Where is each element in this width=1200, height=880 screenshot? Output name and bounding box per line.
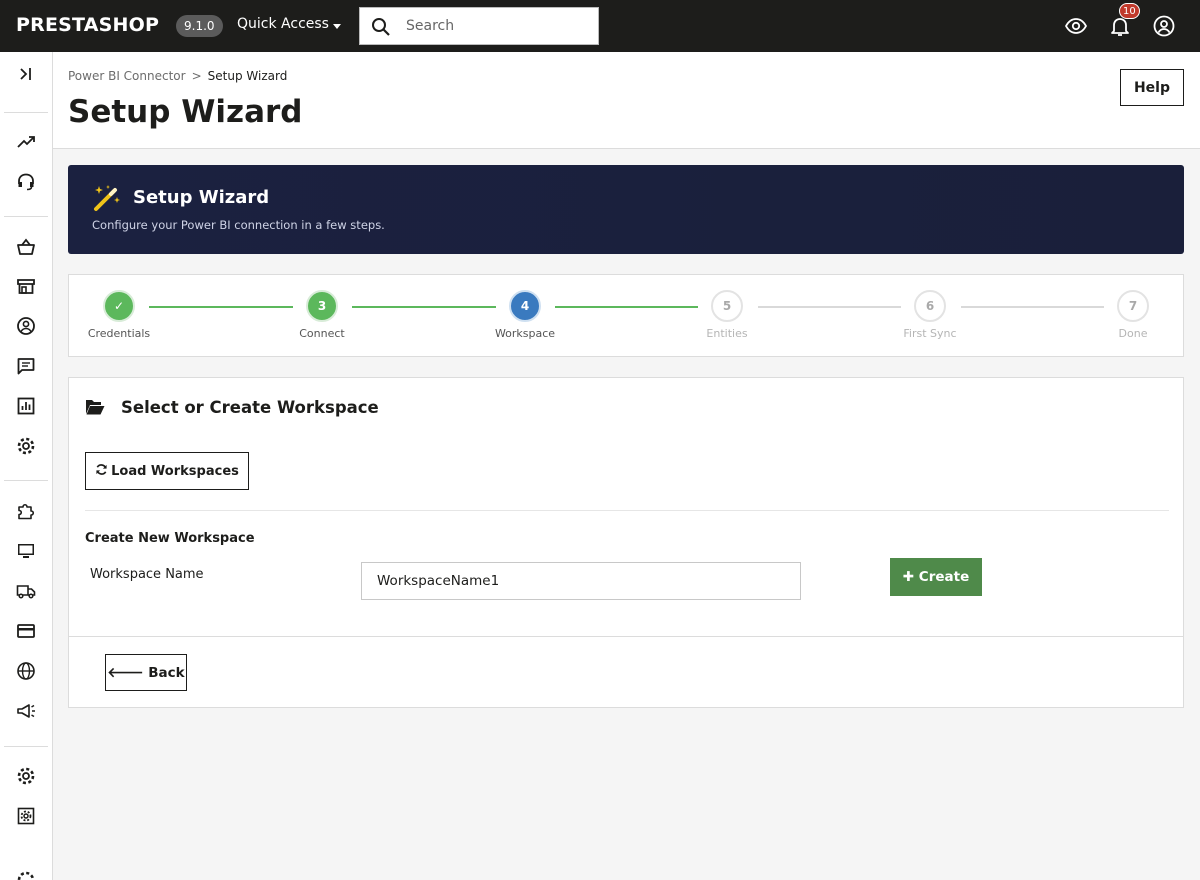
version-badge: 9.1.0: [176, 15, 223, 37]
search-icon: [372, 18, 390, 36]
plus-icon: ✚: [902, 569, 919, 585]
step-credentials-circle[interactable]: ✓: [103, 290, 135, 322]
user-circle-icon[interactable]: [1152, 14, 1176, 38]
collapse-icon[interactable]: [16, 64, 36, 84]
truck-icon[interactable]: [16, 581, 36, 601]
folder-open-icon: [86, 400, 105, 415]
create-workspace-button[interactable]: ✚ Create: [890, 558, 982, 596]
load-workspaces-button[interactable]: Load Workspaces: [85, 452, 249, 490]
sidebar-divider: [4, 216, 48, 217]
card-footer-divider: [69, 636, 1183, 637]
megaphone-icon[interactable]: [16, 701, 36, 721]
step-workspace-label: Workspace: [494, 327, 556, 340]
search-box[interactable]: [359, 7, 599, 45]
gear-icon[interactable]: [16, 766, 36, 786]
load-workspaces-label: Load Workspaces: [111, 463, 239, 479]
quick-access-label: Quick Access: [237, 16, 329, 32]
sidebar: [0, 52, 53, 880]
card-title: Select or Create Workspace: [121, 398, 379, 417]
search-input[interactable]: [406, 16, 586, 36]
step-entities-label: Entities: [706, 327, 748, 340]
step-connector: [352, 306, 496, 308]
chevron-down-icon: [333, 24, 341, 29]
create-workspace-heading: Create New Workspace: [85, 531, 255, 546]
credit-card-icon[interactable]: [16, 621, 36, 641]
help-button[interactable]: Help: [1120, 69, 1184, 106]
create-label: Create: [918, 569, 970, 585]
settings-gear-icon[interactable]: [16, 436, 36, 456]
breadcrumb-separator: >: [191, 69, 202, 83]
message-icon[interactable]: [16, 356, 36, 376]
settings-box-icon[interactable]: [16, 806, 36, 826]
step-done-label: Done: [1118, 327, 1148, 340]
quick-access-menu[interactable]: Quick Access: [237, 16, 341, 32]
stats-icon[interactable]: [16, 396, 36, 416]
page-header: Power BI Connector > Setup Wizard Setup Wi…: [53, 52, 1200, 149]
step-connector: [555, 306, 698, 308]
gear-icon[interactable]: [16, 870, 36, 880]
step-connector: [961, 306, 1104, 308]
step-connect-label: Connect: [299, 327, 345, 340]
store-icon[interactable]: [16, 276, 36, 296]
wizard-stepper: ✓ Credentials 3 Connect 4 Workspace 5 En…: [68, 274, 1184, 357]
puzzle-icon[interactable]: [16, 501, 36, 521]
step-entities-circle: 5: [711, 290, 743, 322]
step-first-sync-circle: 6: [914, 290, 946, 322]
page-title: Setup Wizard: [68, 94, 303, 130]
breadcrumb-current: Setup Wizard: [207, 69, 288, 83]
top-bar: PRESTASHOP 9.1.0 Quick Access 10: [0, 0, 1200, 52]
globe-icon[interactable]: [16, 661, 36, 681]
sidebar-divider: [4, 746, 48, 747]
back-button[interactable]: 🡐 Back: [105, 654, 187, 691]
customer-icon[interactable]: [16, 316, 36, 336]
notification-badge: 10: [1119, 3, 1140, 19]
step-connector: [149, 306, 293, 308]
monitor-icon[interactable]: [16, 541, 36, 561]
workspace-card: Select or Create Workspace Load Workspac…: [68, 377, 1184, 708]
banner-title: Setup Wizard: [133, 187, 270, 208]
breadcrumb: Power BI Connector > Setup Wizard: [68, 69, 287, 83]
eye-icon[interactable]: [1064, 14, 1088, 38]
prestashop-logo[interactable]: PRESTASHOP: [16, 14, 159, 36]
arrow-left-icon: 🡐: [107, 664, 149, 681]
section-divider: [85, 510, 1169, 511]
trending-up-icon[interactable]: [16, 132, 36, 152]
step-credentials-label: Credentials: [87, 327, 151, 340]
step-first-sync-label: First Sync: [903, 327, 957, 340]
breadcrumb-parent[interactable]: Power BI Connector: [68, 69, 186, 83]
workspace-name-label: Workspace Name: [90, 567, 204, 582]
refresh-icon: [95, 463, 108, 480]
step-connect-circle[interactable]: 3: [306, 290, 338, 322]
banner-subtitle: Configure your Power BI connection in a …: [92, 218, 385, 232]
basket-icon[interactable]: [16, 237, 36, 257]
step-workspace-circle[interactable]: 4: [509, 290, 541, 322]
back-label: Back: [148, 664, 185, 681]
sidebar-divider: [4, 480, 48, 481]
sidebar-divider: [4, 112, 48, 113]
magic-wand-icon: [94, 185, 120, 211]
step-connector: [758, 306, 901, 308]
workspace-name-input[interactable]: [361, 562, 801, 600]
headset-icon[interactable]: [16, 172, 36, 192]
wizard-banner: Setup Wizard Configure your Power BI con…: [68, 165, 1184, 254]
step-done-circle: 7: [1117, 290, 1149, 322]
